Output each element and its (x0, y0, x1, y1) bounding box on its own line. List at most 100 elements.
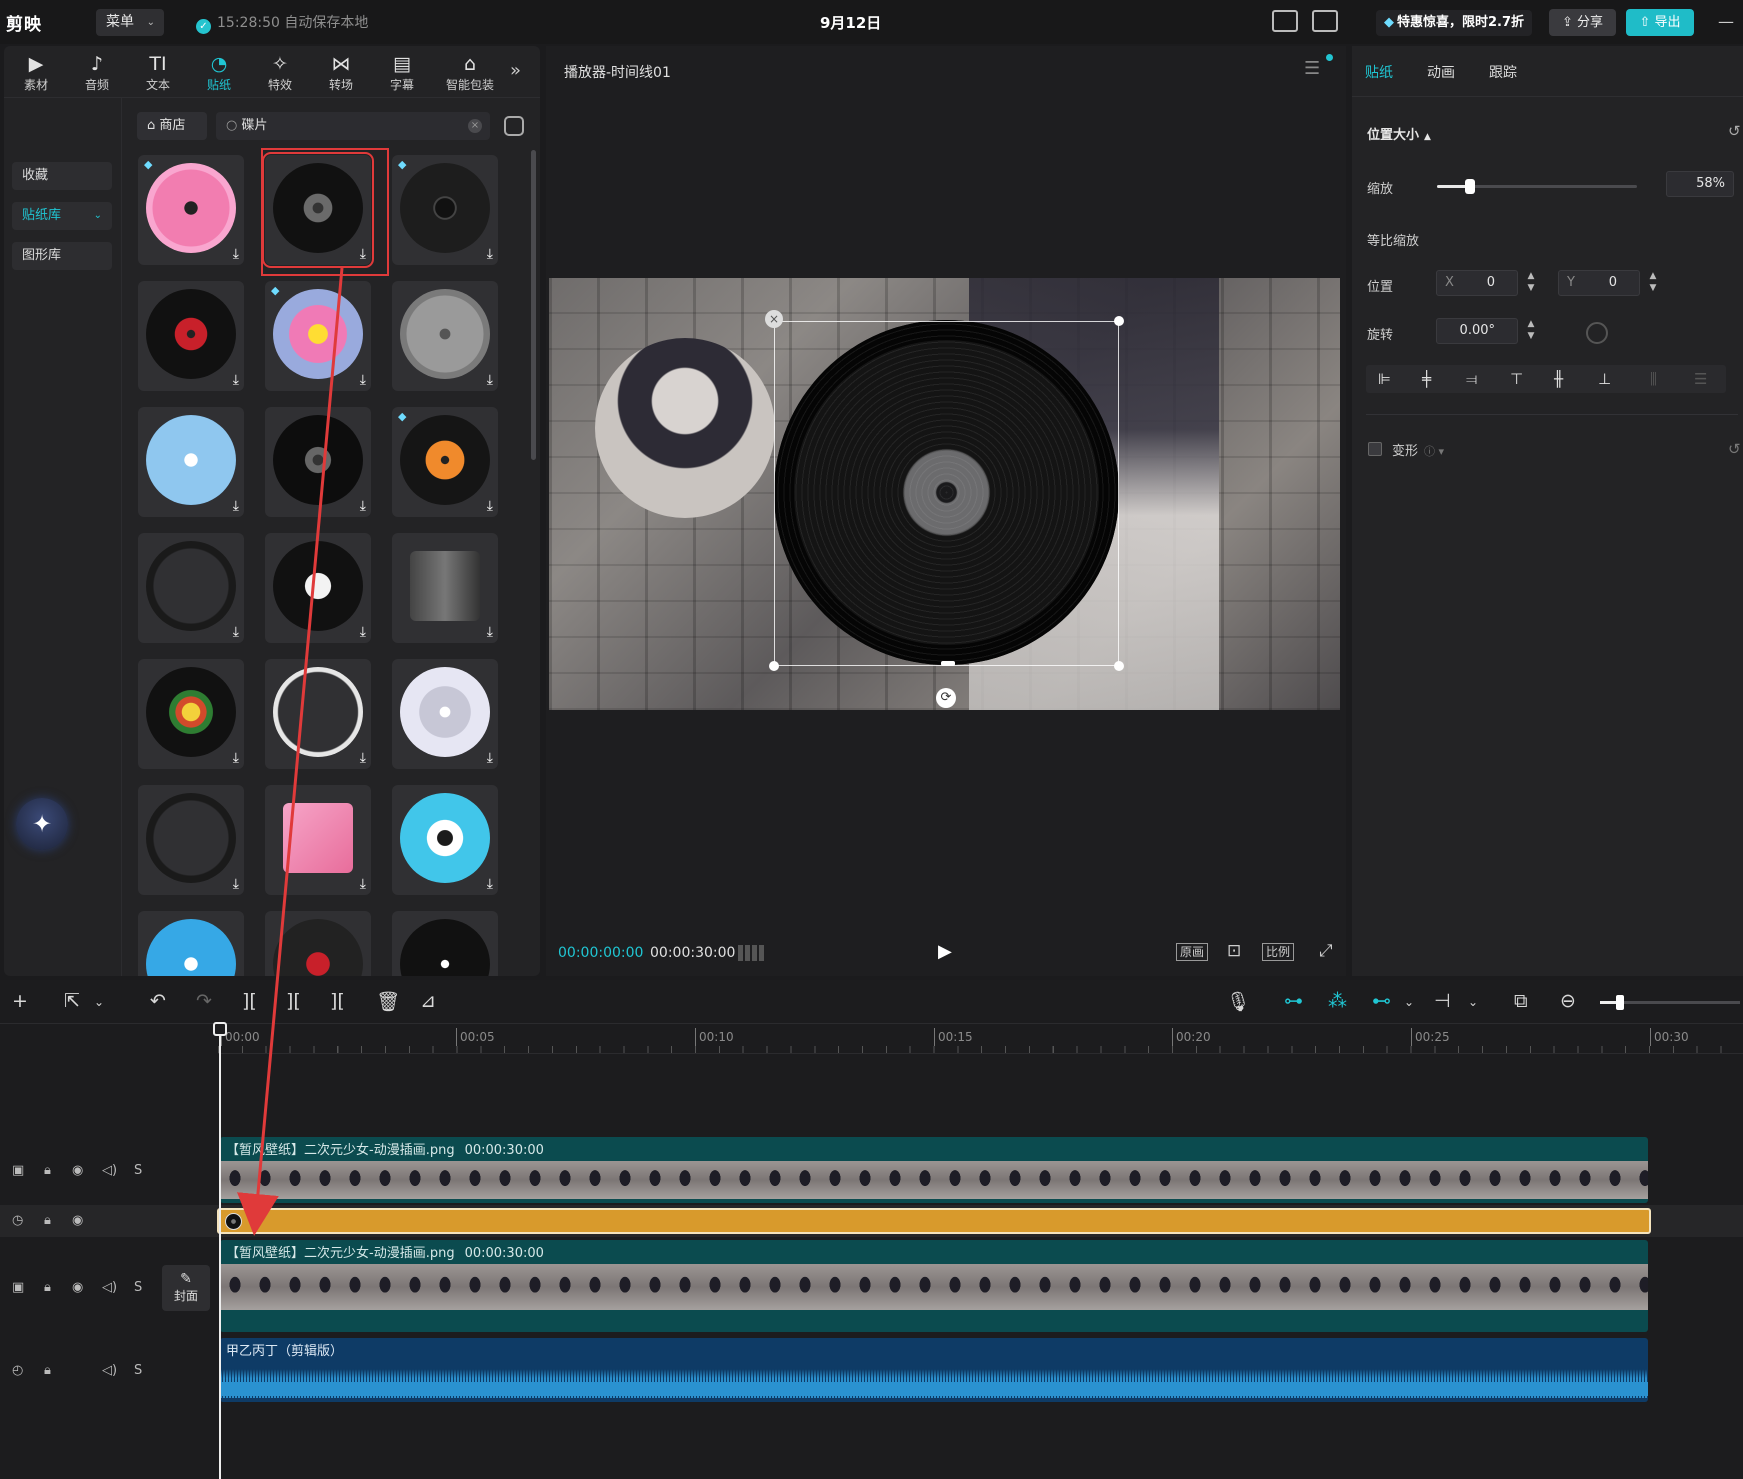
trim-right-icon[interactable]: ][ (330, 990, 345, 1012)
solo-button[interactable]: S (134, 1363, 142, 1378)
sidebar-item-shape-library[interactable]: 图形库 (12, 242, 112, 270)
resize-handle[interactable] (769, 661, 779, 671)
play-icon[interactable]: ▶ (938, 941, 952, 962)
time-ruler[interactable] (218, 1024, 1743, 1054)
sticker-blue-cd[interactable]: ⤓ (392, 785, 498, 895)
sticker-silver-cd[interactable]: ⤓ (392, 659, 498, 769)
lock-icon[interactable]: 🔒︎ (44, 1280, 51, 1295)
playhead[interactable] (219, 1024, 221, 1479)
download-icon[interactable]: ⤓ (233, 498, 239, 514)
download-icon[interactable]: ⤓ (487, 498, 493, 514)
redo-icon[interactable]: ↷ (196, 990, 212, 1012)
panel-scrollbar[interactable] (531, 150, 536, 460)
ratio-button[interactable]: 比例 (1262, 943, 1295, 961)
zoom-slider-knob[interactable] (1616, 995, 1624, 1010)
align-right-icon[interactable]: ⫤ (1466, 370, 1477, 388)
sticker-cartoon-cd[interactable]: ◆ ⤓ (265, 281, 371, 391)
share-button[interactable]: ⇪ 分享 (1549, 9, 1616, 36)
playhead-handle[interactable] (213, 1022, 227, 1036)
tab-smart-package[interactable]: ⌂ 智能包装 (435, 52, 505, 93)
sticker-pink-album[interactable]: ⤓ (265, 785, 371, 895)
chevron-down-icon[interactable]: ⌄ (1468, 995, 1478, 1009)
scale-slider[interactable] (1437, 179, 1637, 194)
image-search-icon[interactable] (504, 116, 524, 136)
fullscreen-icon[interactable]: ⤢ (1316, 943, 1336, 961)
original-quality-button[interactable]: 原画 (1176, 943, 1209, 961)
tab-media[interactable]: ▶ 素材 (8, 52, 64, 93)
main-track-magnet-icon[interactable]: ⊶ (1284, 990, 1303, 1012)
linkage-icon[interactable]: ⊷ (1372, 990, 1391, 1012)
tab-tracking[interactable]: 跟踪 (1489, 62, 1517, 82)
download-icon[interactable]: ⤓ (487, 750, 493, 766)
rotate-dial[interactable] (1586, 322, 1608, 344)
sticker-heart-vinyl[interactable]: ⤓ (392, 911, 498, 976)
store-button[interactable]: ⌂ 商店 (137, 112, 207, 140)
zoom-out-icon[interactable]: ⊖ (1560, 990, 1576, 1012)
download-icon[interactable]: ⤓ (360, 876, 366, 892)
sticker-sky-cd[interactable]: ⤓ (138, 407, 244, 517)
align-center-h-icon[interactable]: ╪ (1422, 370, 1431, 388)
sidebar-item-sticker-library[interactable]: 贴纸库 ⌄ (12, 202, 112, 230)
download-icon[interactable]: ⤓ (360, 750, 366, 766)
sticker-small-vinyl[interactable]: ⤓ (265, 533, 371, 643)
download-icon[interactable]: ⤓ (360, 246, 366, 262)
resize-handle[interactable] (1114, 661, 1124, 671)
cover-button[interactable]: ✎ 封面 (162, 1265, 210, 1311)
select-tool-icon[interactable]: ⇱ (64, 990, 80, 1012)
rotate-input[interactable]: 0.00° (1436, 318, 1518, 344)
reset-icon[interactable]: ↺ (1728, 440, 1741, 458)
align-center-v-icon[interactable]: ╫ (1554, 370, 1563, 388)
tab-sticker[interactable]: ◔ 贴纸 (191, 52, 247, 93)
download-icon[interactable]: ⤓ (487, 624, 493, 640)
sticker-music-radio[interactable]: ◆ ⤓ (392, 155, 498, 265)
close-icon[interactable]: × (765, 310, 783, 328)
preview-axis-icon[interactable]: ⊣ (1434, 990, 1451, 1012)
ai-assistant-button[interactable]: ✦ (16, 798, 68, 850)
timeline-fit-icon[interactable]: ⧉ (1514, 990, 1528, 1012)
distribute-h-icon[interactable]: ⫼ (1650, 370, 1657, 388)
eye-icon[interactable]: ◉ (72, 1213, 83, 1228)
split-icon[interactable]: ][ (242, 990, 257, 1012)
minimize-icon[interactable]: — (1718, 12, 1734, 31)
player-menu-icon[interactable]: ☰ (1304, 58, 1320, 79)
eye-icon[interactable]: ◉ (72, 1280, 83, 1295)
sticker-turntable[interactable]: ⤓ (392, 533, 498, 643)
auto-snap-icon[interactable]: ⁂ (1328, 990, 1347, 1012)
sticker-red-label-vinyl[interactable]: ⤓ (138, 281, 244, 391)
download-icon[interactable]: ⤓ (233, 750, 239, 766)
solo-button[interactable]: S (134, 1163, 142, 1178)
rotate-stepper[interactable]: ▲ ▼ (1522, 318, 1540, 344)
position-y-stepper[interactable]: ▲ ▼ (1644, 270, 1662, 296)
align-bottom-icon[interactable]: ⊥ (1598, 370, 1611, 388)
rotate-icon[interactable]: ⟳ (936, 688, 956, 708)
undo-icon[interactable]: ↶ (150, 990, 166, 1012)
position-y-input[interactable]: Y0 (1558, 270, 1640, 296)
download-icon[interactable]: ⤓ (360, 372, 366, 388)
more-tabs-icon[interactable]: » (510, 60, 521, 81)
download-icon[interactable]: ⤓ (233, 624, 239, 640)
download-icon[interactable]: ⤓ (233, 246, 239, 262)
download-icon[interactable]: ⤓ (233, 372, 239, 388)
sticker-black-vinyl[interactable]: ⤓ (262, 152, 374, 268)
tab-transition[interactable]: ⋈ 转场 (313, 52, 369, 93)
search-input[interactable]: ○ 碟片 × (216, 112, 490, 140)
delete-icon[interactable]: 🗑︎ (376, 990, 400, 1013)
resize-handle[interactable] (941, 661, 955, 666)
download-icon[interactable]: ⤓ (360, 624, 366, 640)
deform-checkbox[interactable] (1368, 442, 1382, 456)
preview-vinyl-sticker[interactable] (774, 320, 1119, 665)
download-icon[interactable]: ⤓ (487, 372, 493, 388)
tab-text[interactable]: TI 文本 (130, 52, 186, 93)
video-clip-main[interactable]: 【暂风壁纸】二次元少女-动漫插画.png 00:00:30:00 (220, 1240, 1648, 1332)
screenshot-icon[interactable]: ⊡ (1224, 943, 1244, 961)
waveform-toggle-icon[interactable] (738, 945, 764, 961)
download-icon[interactable]: ⤓ (233, 876, 239, 892)
layout-icon[interactable] (1312, 10, 1338, 32)
zoom-slider[interactable] (1600, 995, 1740, 1010)
sticker-clip[interactable] (217, 1208, 1651, 1234)
sticker-dark-ring[interactable]: ⤓ (138, 533, 244, 643)
solo-button[interactable]: S (134, 1280, 142, 1295)
sidebar-item-favorites[interactable]: 收藏 (12, 162, 112, 190)
chevron-down-icon[interactable]: ⌄ (94, 995, 104, 1009)
volume-icon[interactable]: ◁) (102, 1280, 117, 1295)
